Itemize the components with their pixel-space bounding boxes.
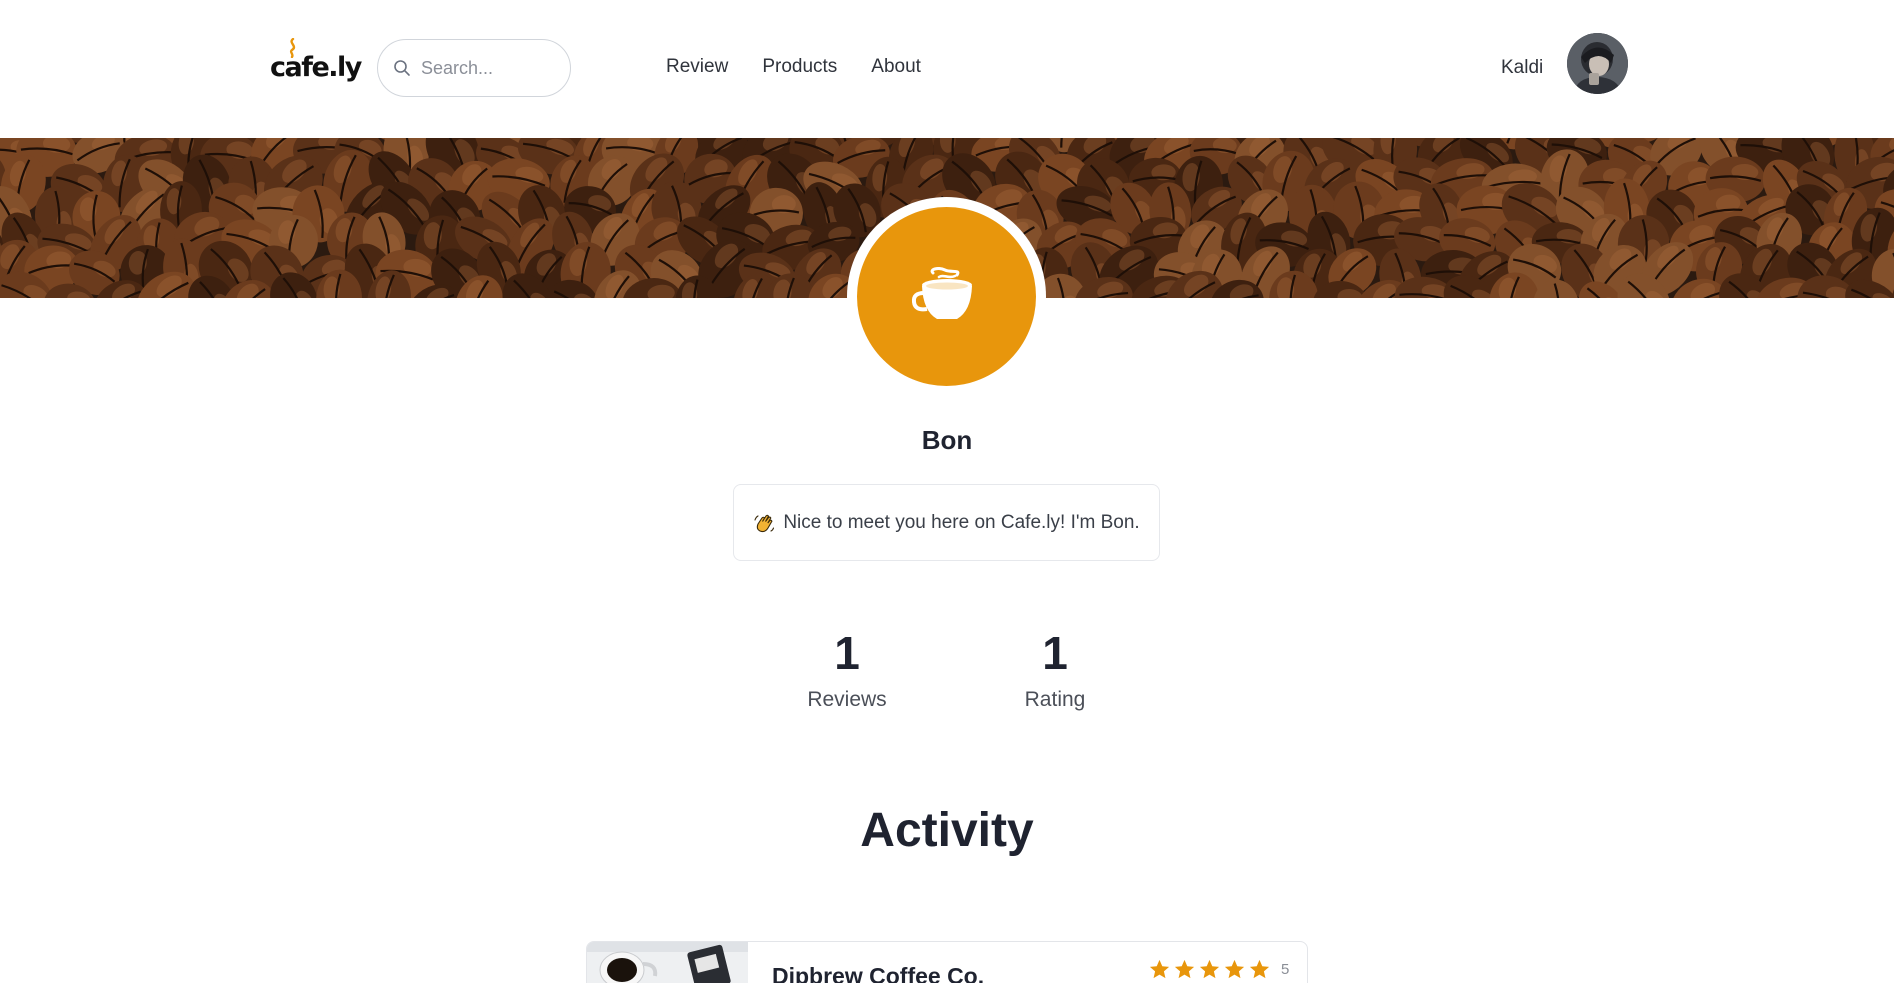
coffee-product-image [587,942,748,983]
nav-link-products[interactable]: Products [762,56,837,78]
user-avatar[interactable] [1567,33,1628,94]
profile-avatar [847,197,1046,396]
activity-heading: Activity [860,804,1034,857]
star-icon [1224,959,1245,979]
main-nav: Review Products About [666,56,921,78]
coffee-cup-icon [911,266,972,319]
activity-item-title[interactable]: Dipbrew Coffee Co. [772,963,984,983]
bio-card: Nice to meet you here on Cafe.ly! I'm Bo… [733,484,1160,561]
star-icon [1149,959,1170,979]
stat-reviews: 1 Reviews [777,630,917,712]
top-navbar: cafe.ly Review Products About Kaldi [0,0,1894,138]
stat-reviews-label: Reviews [807,688,887,711]
product-thumbnail [587,942,748,983]
waving-hand-icon [754,514,775,532]
cafely-logo[interactable]: cafe.ly [270,38,362,90]
nav-link-review[interactable]: Review [666,56,728,78]
profile-name: Bon [921,425,973,455]
stat-reviews-value: 1 [834,627,860,679]
star-icon [1199,959,1220,979]
star-icon [1249,959,1270,979]
star-rating: 5 [1148,958,1289,981]
search-input[interactable] [421,57,561,79]
stat-rating-label: Rating [1024,688,1086,711]
current-user-name[interactable]: Kaldi [1501,57,1543,79]
rating-score: 5 [1281,961,1290,978]
stat-rating: 1 Rating [985,630,1125,712]
activity-review-card[interactable]: Dipbrew Coffee Co. 5 [586,941,1308,983]
user-avatar-image [1567,33,1628,94]
search-box[interactable] [377,39,571,97]
stat-rating-value: 1 [1042,627,1068,679]
logo-text: cafe.ly [270,52,362,83]
nav-link-about[interactable]: About [871,56,921,78]
star-icon [1174,959,1195,979]
search-icon [394,60,410,76]
bio-text: Nice to meet you here on Cafe.ly! I'm Bo… [783,511,1140,533]
